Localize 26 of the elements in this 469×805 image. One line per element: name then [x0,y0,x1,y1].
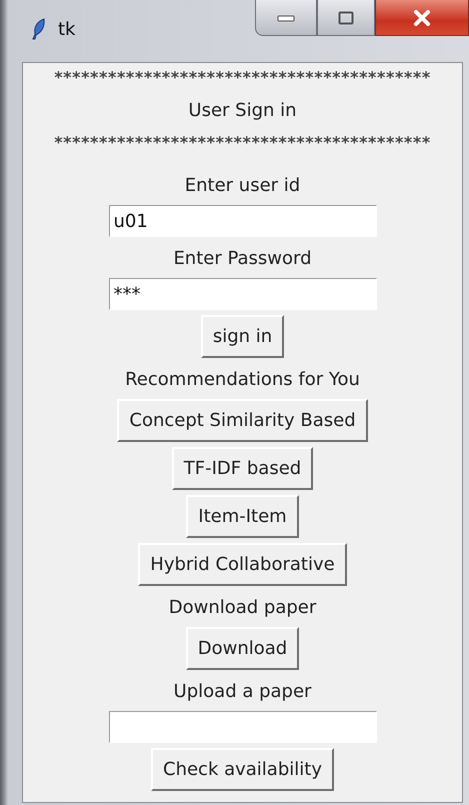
action-button[interactable]: TF-IDF based [172,447,314,490]
minimize-button[interactable] [255,0,317,36]
feather-icon [32,18,46,40]
input-field[interactable]: *** [108,278,376,310]
asterisk-separator: ****************************************** [54,132,431,154]
maximize-button[interactable] [317,0,375,36]
field-label: Enter user id [184,174,300,198]
field-label: Upload a paper [174,680,312,704]
maximize-icon [338,10,354,24]
close-icon [413,10,431,26]
action-button[interactable]: Item-Item [186,495,299,538]
action-button[interactable]: Check availability [151,748,334,791]
sign-in-heading: User Sign in [188,99,297,123]
input-field[interactable] [108,711,376,743]
field-label: Recommendations for You [125,368,360,392]
input-field[interactable]: u01 [108,205,376,237]
action-button[interactable]: Hybrid Collaborative [138,543,347,586]
action-button[interactable]: sign in [200,315,284,358]
field-label: Enter Password [173,247,312,271]
action-button[interactable]: Concept Similarity Based [117,399,368,442]
asterisk-separator: ****************************************** [54,67,431,89]
window-title: tk [58,18,76,40]
field-label: Download paper [168,596,316,620]
minimize-icon [277,14,295,22]
close-button[interactable] [375,0,469,36]
action-button[interactable]: Download [186,627,300,670]
